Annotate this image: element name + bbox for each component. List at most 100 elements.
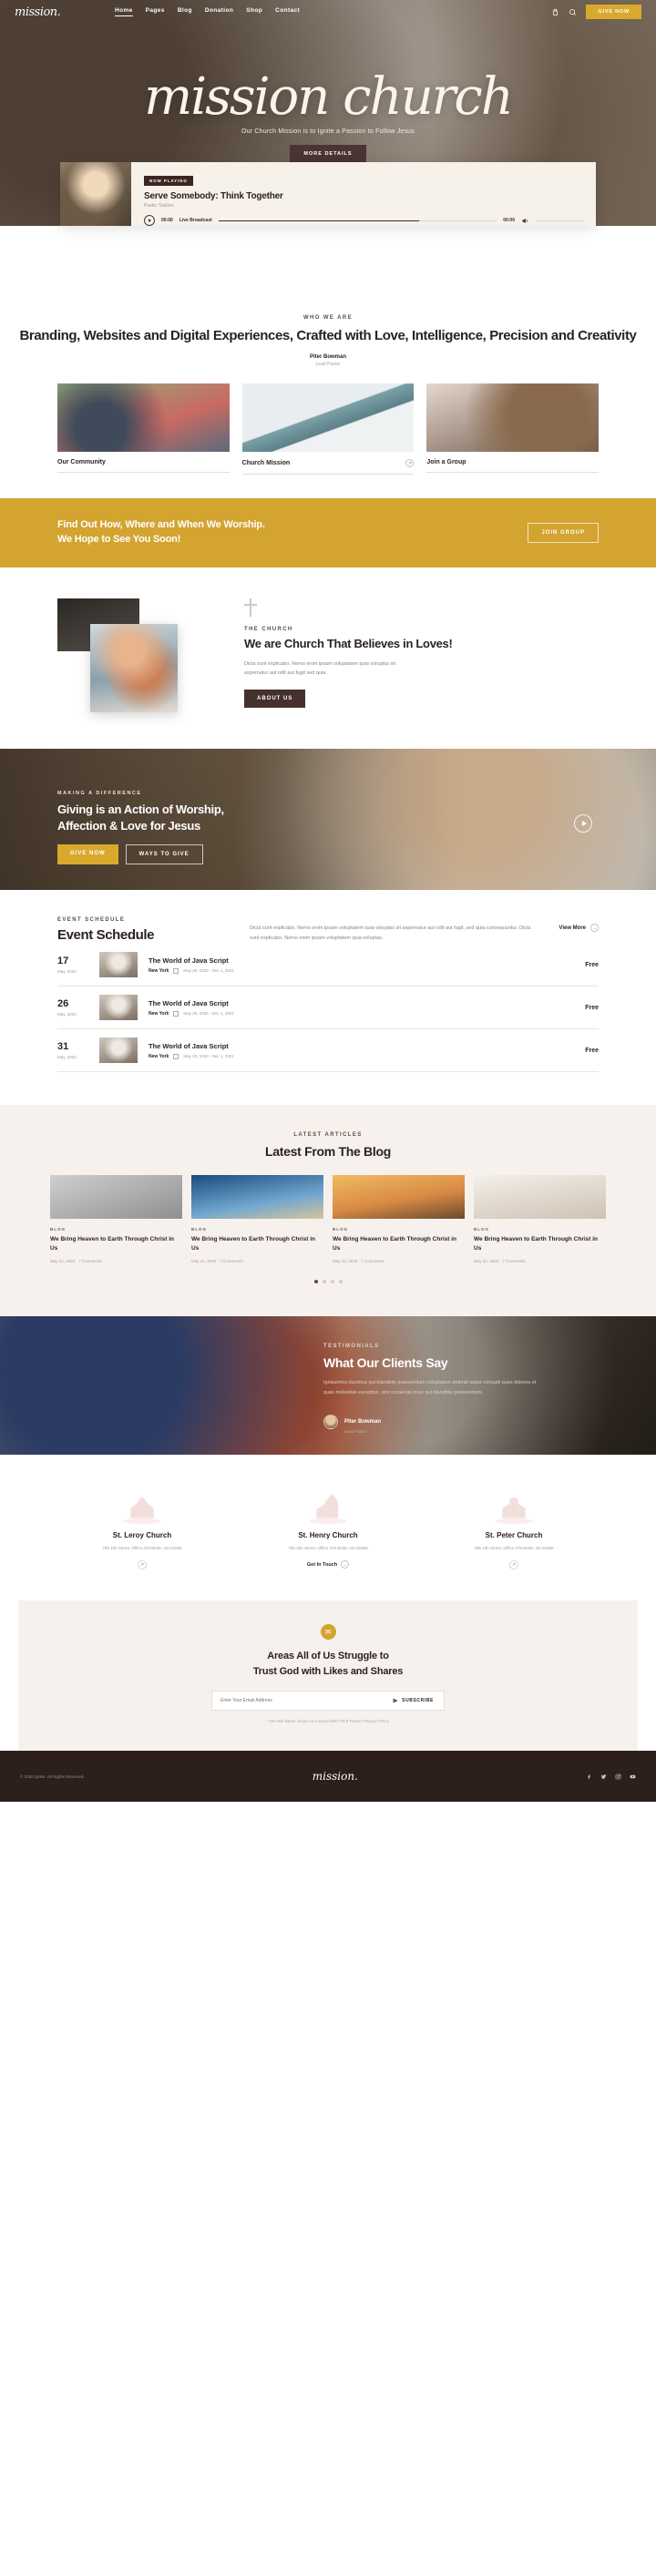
give-now-button-secondary[interactable]: GIVE NOW <box>57 844 118 865</box>
ways-to-give-button[interactable]: WAYS TO GIVE <box>125 844 203 865</box>
event-date: 31 May, 2020 <box>57 1041 88 1059</box>
about-church-section: THE CHURCH We are Church That Believes i… <box>0 567 656 750</box>
blog-tag: BLOG <box>333 1227 348 1232</box>
cross-icon <box>244 598 257 618</box>
facebook-icon[interactable] <box>586 1774 592 1780</box>
live-label: Live Broadcast <box>179 218 212 223</box>
feature-card[interactable]: Our Community <box>57 383 230 475</box>
blog-card[interactable]: BLOG We Bring Heaven to Earth Through Ch… <box>474 1175 606 1263</box>
play-icon[interactable] <box>574 814 592 833</box>
event-title: The World of Java Script <box>149 956 229 965</box>
carousel-dot[interactable] <box>338 1279 343 1283</box>
nav-actions: GIVE NOW <box>551 5 641 19</box>
feature-cards: Our Community Church Mission ↗ Join a Gr… <box>0 383 656 499</box>
band-line-1: Find Out How, Where and When We Worship. <box>57 519 265 531</box>
event-dates: May 20, 2020 - Dec 1, 2021 <box>183 968 234 974</box>
volume-slider[interactable] <box>536 220 583 221</box>
player-controls: 00:00 Live Broadcast 00:00 <box>144 215 583 226</box>
event-info: The World of Java Script New York May 20… <box>149 1042 574 1059</box>
newsletter-line-2: Trust God with Likes and Shares <box>252 1665 404 1677</box>
event-city: New York <box>149 1010 169 1017</box>
arrow-icon[interactable]: ↗ <box>138 1560 147 1570</box>
arrow-icon[interactable]: ↗ <box>405 459 415 468</box>
blog-image <box>333 1175 465 1220</box>
play-icon[interactable] <box>144 215 155 226</box>
event-meta: New York May 20, 2020 - Dec 1, 2021 <box>149 1053 574 1059</box>
events-header: EVENT SCHEDULE Event Schedule Dicta sunt… <box>57 917 599 944</box>
carousel-dot[interactable] <box>322 1279 326 1283</box>
card-footer: Church Mission ↗ <box>241 452 415 475</box>
nav-item-contact[interactable]: Contact <box>275 7 300 16</box>
church-icon <box>243 1487 413 1524</box>
blog-title: We Bring Heaven to Earth Through Christ … <box>50 1236 175 1252</box>
track-title: Serve Somebody: Think Together <box>144 191 283 201</box>
progress-slider[interactable] <box>218 220 497 221</box>
about-images <box>57 598 217 713</box>
nav-item-shop[interactable]: Shop <box>246 7 262 16</box>
instagram-icon[interactable] <box>615 1774 621 1780</box>
testimonials-heading: What Our Clients Say <box>323 1354 448 1370</box>
youtube-icon[interactable] <box>630 1774 636 1780</box>
event-row[interactable]: 31 May, 2020 The World of Java Script Ne… <box>57 1029 599 1073</box>
nav-item-home[interactable]: Home <box>115 7 133 16</box>
feature-card[interactable]: Church Mission ↗ <box>241 383 415 475</box>
carousel-dot[interactable] <box>330 1279 334 1283</box>
band-heading: Find Out How, Where and When We Worship.… <box>57 518 265 547</box>
event-date: 17 May, 2020 <box>57 956 88 974</box>
arrow-icon[interactable]: ↗ <box>509 1560 518 1570</box>
join-group-button[interactable]: JOIN GROUP <box>528 523 599 544</box>
blog-card[interactable]: BLOG We Bring Heaven to Earth Through Ch… <box>191 1175 323 1263</box>
blog-image <box>474 1175 606 1220</box>
who-person-name: Piter Bowman <box>309 354 346 361</box>
card-title: Our Community <box>57 459 106 466</box>
about-text: THE CHURCH We are Church That Believes i… <box>235 598 599 712</box>
give-now-button[interactable]: GIVE NOW <box>586 5 641 19</box>
giving-buttons: GIVE NOW WAYS TO GIVE <box>57 844 224 865</box>
event-price: Free <box>585 961 599 968</box>
site-logo[interactable]: mission. <box>15 5 115 19</box>
event-row[interactable]: 26 May, 2020 The World of Java Script Ne… <box>57 986 599 1030</box>
event-dates: May 20, 2020 - Dec 1, 2021 <box>183 1011 234 1017</box>
event-info: The World of Java Script New York May 20… <box>149 956 574 974</box>
calendar-icon <box>173 967 179 974</box>
newsletter-note: * We Will Never Share Your Email With Th… <box>267 1719 389 1724</box>
blog-title: We Bring Heaven to Earth Through Christ … <box>333 1236 457 1252</box>
volume-icon[interactable] <box>521 217 529 225</box>
feature-card[interactable]: Join a Group <box>426 383 600 475</box>
subscribe-button[interactable]: SUBSCRIBE <box>383 1692 444 1710</box>
blog-card[interactable]: BLOG We Bring Heaven to Earth Through Ch… <box>333 1175 465 1263</box>
about-paragraph: Dicta sunt explicabo. Nemo enim ipsam vo… <box>244 661 395 677</box>
event-info: The World of Java Script New York May 20… <box>149 999 574 1017</box>
blog-image <box>191 1175 323 1220</box>
blog-meta: May 22, 2020 · 7 Comments <box>191 1258 243 1263</box>
more-details-button[interactable]: MORE DETAILS <box>290 145 366 163</box>
church-address: 785 15h Street, Office 478 Berlin, De 81… <box>288 1545 368 1550</box>
about-us-button[interactable]: ABOUT US <box>244 689 306 708</box>
author-role: Lead Pastor <box>344 1428 367 1434</box>
worship-cta-band: Find Out How, Where and When We Worship.… <box>0 498 656 568</box>
blog-heading: Latest From The Blog <box>265 1144 391 1160</box>
twitter-icon[interactable] <box>600 1774 607 1780</box>
email-input[interactable] <box>212 1692 384 1711</box>
card-footer: Our Community <box>57 452 230 474</box>
event-thumbnail <box>99 952 138 978</box>
blog-card[interactable]: BLOG We Bring Heaven to Earth Through Ch… <box>50 1175 182 1263</box>
nav-item-donation[interactable]: Donation <box>205 7 233 16</box>
giving-line-2: Affection & Love for Jesus <box>57 818 200 833</box>
blog-grid: BLOG We Bring Heaven to Earth Through Ch… <box>50 1175 606 1263</box>
blog-title: We Bring Heaven to Earth Through Christ … <box>474 1236 599 1252</box>
get-in-touch-link[interactable]: Get In Touch → <box>243 1560 413 1569</box>
cart-icon[interactable] <box>551 8 559 16</box>
nav-item-pages[interactable]: Pages <box>146 7 165 16</box>
view-more-button[interactable]: View More → <box>559 917 599 933</box>
newsletter-section: ✉ Areas All of Us Struggle to Trust God … <box>18 1600 638 1752</box>
event-row[interactable]: 17 May, 2020 The World of Java Script Ne… <box>57 944 599 987</box>
blog-meta: May 22, 2020 · 7 Comments <box>474 1258 526 1263</box>
church-name: St. Leroy Church <box>112 1530 172 1539</box>
search-icon[interactable] <box>569 8 577 16</box>
carousel-dot[interactable] <box>313 1279 318 1283</box>
event-day: 17 <box>57 955 69 966</box>
events-heading: Event Schedule <box>57 927 155 944</box>
nav-item-blog[interactable]: Blog <box>178 7 192 16</box>
who-heading: Branding, Websites and Digital Experienc… <box>19 328 637 343</box>
